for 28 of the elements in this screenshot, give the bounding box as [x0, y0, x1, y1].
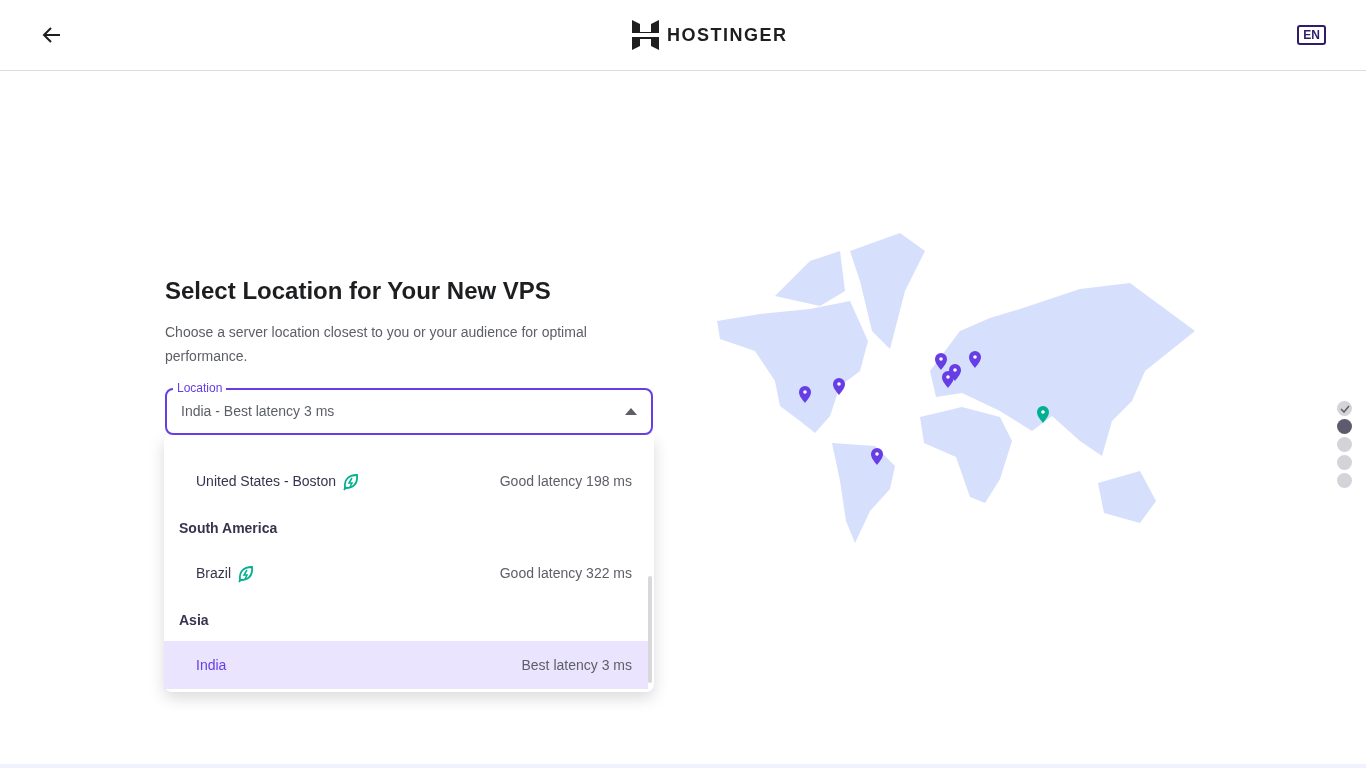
map-pin-icon[interactable]: [871, 448, 883, 465]
map-pin-icon[interactable]: [935, 353, 947, 370]
latency-text: Good latency 322 ms: [499, 563, 632, 583]
group-heading: Asia: [179, 610, 209, 630]
location-option[interactable]: India Best latency 3 ms: [164, 641, 648, 689]
map-pin-icon[interactable]: [799, 386, 811, 403]
location-option[interactable]: Brazil Good latency 322 ms: [164, 549, 648, 597]
language-button[interactable]: EN: [1297, 25, 1326, 45]
field-value: India - Best latency 3 ms: [181, 402, 335, 421]
back-arrow-icon: [42, 25, 62, 45]
field-label: Location: [173, 381, 227, 395]
scrollbar[interactable]: [648, 576, 652, 683]
map-pin-icon[interactable]: [969, 351, 981, 368]
latency-text: Best latency 3 ms: [521, 655, 632, 675]
back-button[interactable]: [42, 25, 62, 45]
map-pin-icon[interactable]: [942, 371, 954, 388]
group-heading: South America: [179, 518, 278, 538]
map-pin-icon[interactable]: [833, 378, 845, 395]
latency-text: Good latency 198 ms: [499, 471, 632, 491]
map-pin-icon[interactable]: [1037, 406, 1049, 423]
page-heading: Select Location for Your New VPS: [165, 276, 552, 306]
description-text: Choose a server location closest to you or your audience for optimal performance.: [165, 323, 588, 366]
option-name: India: [196, 655, 227, 675]
logo-icon: [631, 20, 659, 50]
option-name: Brazil: [196, 563, 231, 583]
option-name: United States - Boston: [196, 471, 337, 491]
location-option[interactable]: United States - Boston Good latency 198 ms: [164, 457, 648, 505]
brand-name: HOSTINGER: [666, 23, 788, 47]
